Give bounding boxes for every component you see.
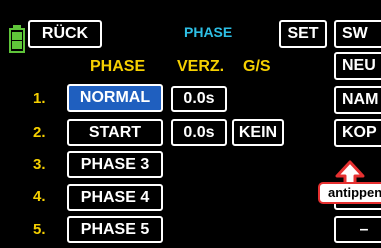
phase-name-button-5[interactable]: PHASE 5: [67, 216, 163, 243]
tap-hint-callout: antippen: [318, 182, 381, 204]
page-title: PHASE: [184, 24, 233, 40]
row-number-4: 4.: [33, 188, 46, 205]
battery-icon: [9, 25, 25, 53]
back-button[interactable]: RÜCK: [28, 20, 102, 48]
column-header-gs: G/S: [243, 58, 271, 75]
minus-button[interactable]: –: [334, 216, 381, 243]
row-number-1: 1.: [33, 90, 46, 107]
delay-field-2[interactable]: 0.0s: [171, 119, 227, 146]
delay-field-1[interactable]: 0.0s: [171, 86, 227, 112]
phase-name-button-3[interactable]: PHASE 3: [67, 151, 163, 178]
copy-button[interactable]: KOP: [334, 119, 381, 147]
row-number-5: 5.: [33, 221, 46, 238]
phase-name-button-1[interactable]: NORMAL: [67, 84, 163, 112]
phase-name-button-4[interactable]: PHASE 4: [67, 184, 163, 211]
phase-name-button-2[interactable]: START: [67, 119, 163, 146]
column-header-phase: PHASE: [90, 58, 146, 75]
sw-button[interactable]: SW: [334, 20, 381, 48]
row-number-3: 3.: [33, 156, 46, 173]
name-button[interactable]: NAM: [334, 86, 381, 114]
new-button[interactable]: NEU: [334, 52, 381, 80]
set-button[interactable]: SET: [279, 20, 327, 48]
gs-field-2[interactable]: KEIN: [232, 119, 284, 146]
column-header-delay: VERZ.: [177, 58, 225, 75]
row-number-2: 2.: [33, 124, 46, 141]
